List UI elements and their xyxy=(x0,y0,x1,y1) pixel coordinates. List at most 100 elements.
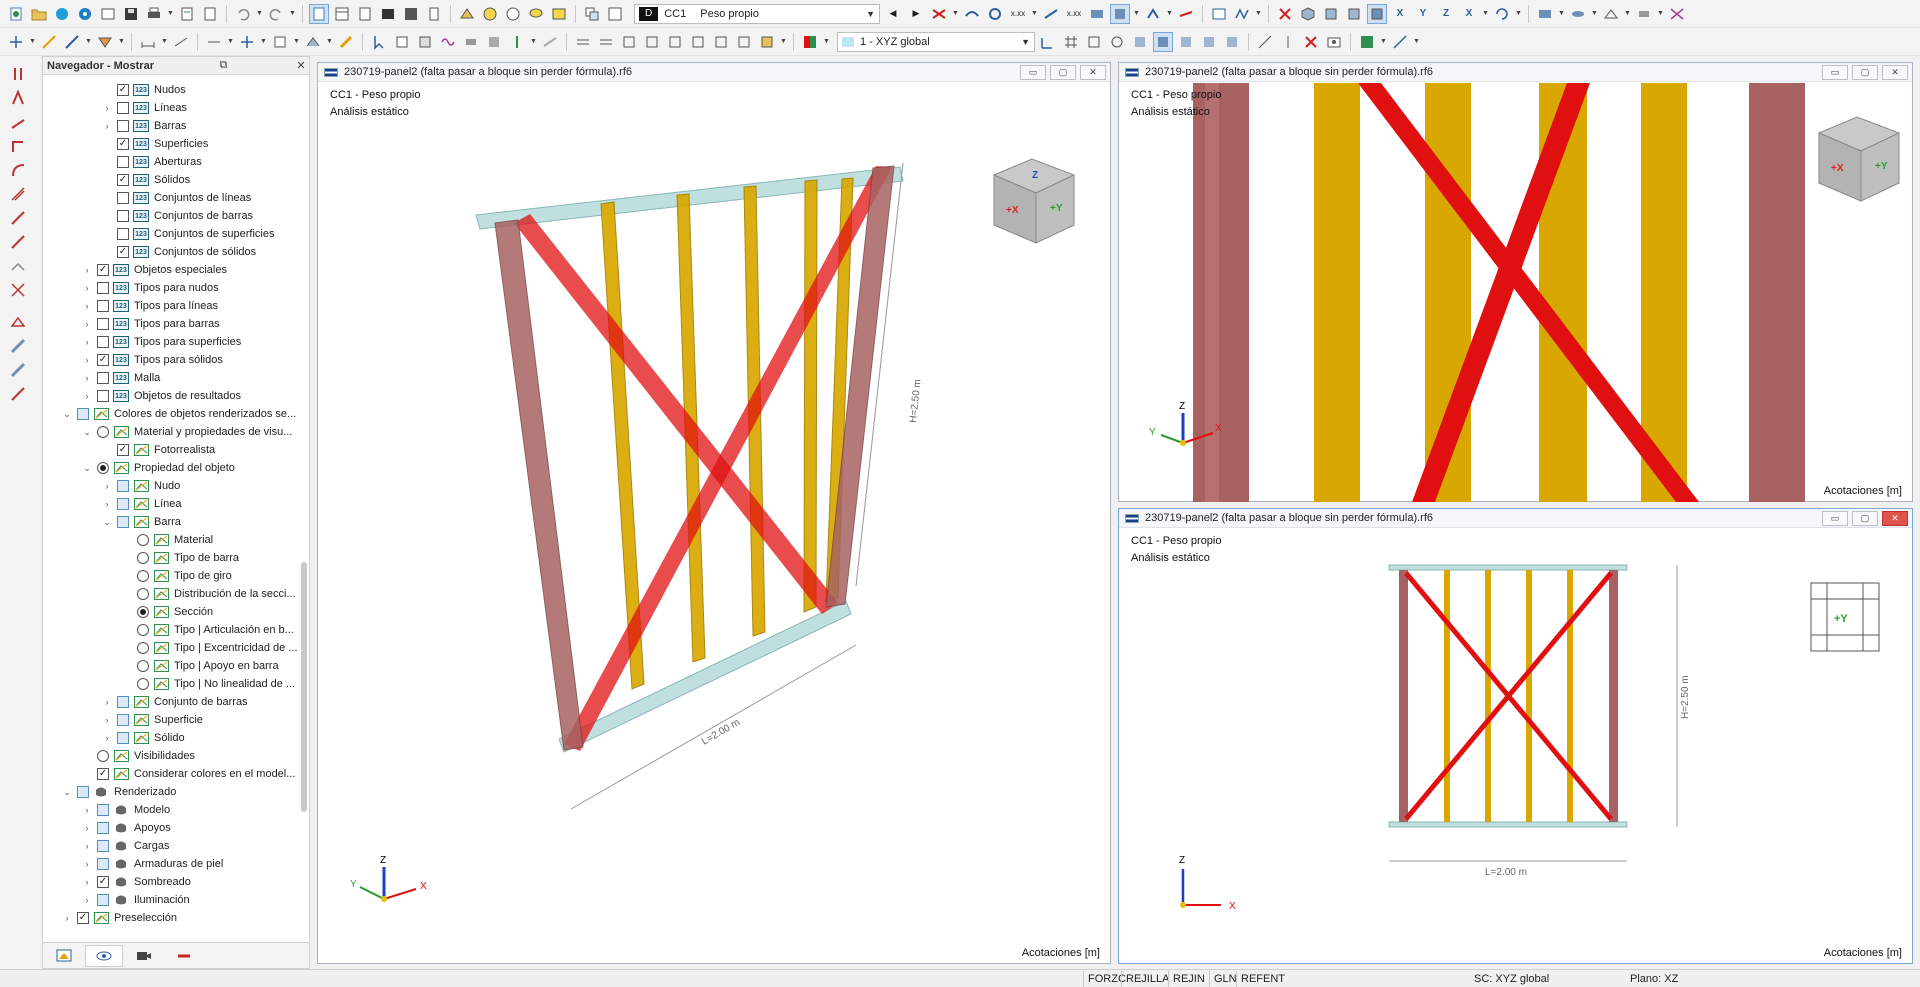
object-snap-icon[interactable] xyxy=(1107,32,1127,52)
tree-radio[interactable] xyxy=(137,570,149,582)
tree-item[interactable]: › Nudo xyxy=(101,477,180,495)
tree-checkbox[interactable] xyxy=(117,696,129,708)
screenshot-icon[interactable] xyxy=(1324,32,1344,52)
visibility-icon[interactable] xyxy=(1634,4,1654,24)
dimension-dropdown-icon[interactable]: ▼ xyxy=(161,32,168,52)
transform-dropdown-icon[interactable]: ▼ xyxy=(780,32,787,52)
tree-item[interactable]: Tipo | Excentricidad de ... xyxy=(121,639,297,657)
tree-item[interactable]: 123 Aberturas xyxy=(101,153,202,171)
tree-checkbox[interactable] xyxy=(117,102,129,114)
colour-scale-dropdown-icon[interactable]: ▼ xyxy=(823,32,830,52)
tree-item[interactable]: › Armaduras de piel xyxy=(81,855,223,873)
values-xxx-icon[interactable]: x.xx xyxy=(1008,4,1028,24)
document-icon[interactable] xyxy=(200,4,220,24)
tree-item[interactable]: 123 Conjuntos de líneas xyxy=(101,189,251,207)
previous-loadcase-icon[interactable]: ◀ xyxy=(883,4,903,24)
minimize-button[interactable]: ▭ xyxy=(1020,64,1046,80)
model-3d-scene[interactable]: H=2.50 m L=2.00 m Z +X +Y Z X Y xyxy=(318,83,1110,963)
expand-icon[interactable]: › xyxy=(101,696,113,708)
generate-dropdown-icon[interactable]: ▼ xyxy=(326,32,333,52)
view-settings-dropdown-icon[interactable]: ▼ xyxy=(1380,32,1387,52)
collapse-icon[interactable]: ⌄ xyxy=(101,516,113,528)
cloud-icon[interactable] xyxy=(52,4,72,24)
close-button[interactable]: ✕ xyxy=(1882,510,1908,526)
maximize-button[interactable]: ▢ xyxy=(1852,64,1878,80)
next-loadcase-icon[interactable]: ▶ xyxy=(906,4,926,24)
tree-checkbox[interactable] xyxy=(97,318,109,330)
solid-icon[interactable] xyxy=(484,32,504,52)
block-icon[interactable] xyxy=(270,32,290,52)
axis-tool-icon[interactable] xyxy=(1390,32,1410,52)
arrange-icon[interactable] xyxy=(582,4,602,24)
tree-item[interactable]: ✓ 123 Conjuntos de sólidos xyxy=(101,243,256,261)
cut-dropdown-icon[interactable]: ▼ xyxy=(227,32,234,52)
side-view-icon[interactable] xyxy=(1344,4,1364,24)
section-results-icon[interactable] xyxy=(1087,4,1107,24)
tree-checkbox[interactable] xyxy=(97,300,109,312)
tree-checkbox[interactable]: ✓ xyxy=(97,354,109,366)
tree-checkbox[interactable] xyxy=(97,840,109,852)
edit-tool-icon[interactable] xyxy=(39,32,59,52)
view-cube-front[interactable]: +Y xyxy=(1810,582,1880,652)
model-front-scene[interactable]: H=2.50 m L=2.00 m +Y Z X xyxy=(1119,529,1912,964)
minimize-button[interactable]: ▭ xyxy=(1822,64,1848,80)
tree-item[interactable]: › 123 Objetos de resultados xyxy=(81,387,241,405)
expand-icon[interactable]: › xyxy=(101,732,113,744)
coordinate-edit-icon[interactable] xyxy=(1038,32,1058,52)
offset-icon[interactable] xyxy=(688,32,708,52)
z-axis-view-icon[interactable]: Z xyxy=(1436,4,1456,24)
dock-icon[interactable]: ⧉ xyxy=(215,59,231,72)
tree-checkbox[interactable] xyxy=(77,408,89,420)
polyline-tool-icon[interactable] xyxy=(8,112,28,132)
minimize-button[interactable]: ▭ xyxy=(1822,510,1848,526)
tree-item[interactable]: › 123 Malla xyxy=(81,369,160,387)
report-icon[interactable] xyxy=(177,4,197,24)
move-dropdown-icon[interactable]: ▼ xyxy=(260,32,267,52)
visibility-dropdown-icon[interactable]: ▼ xyxy=(1657,4,1664,24)
undo-dropdown-icon[interactable]: ▼ xyxy=(256,4,263,24)
magic-tool-dropdown-icon[interactable]: ▼ xyxy=(85,32,92,52)
tree-item[interactable]: › 123 Tipos para barras xyxy=(81,315,220,333)
tree-item[interactable]: Tipo de barra xyxy=(121,549,239,567)
surface-icon[interactable] xyxy=(415,32,435,52)
tree-radio[interactable] xyxy=(137,534,149,546)
expand-icon[interactable]: › xyxy=(81,264,93,276)
tree-radio[interactable] xyxy=(137,678,149,690)
collapse-icon[interactable]: ⌄ xyxy=(81,462,93,474)
navigator-scrollbar[interactable] xyxy=(301,562,307,812)
view-settings-icon[interactable] xyxy=(1357,32,1377,52)
tree-radio[interactable] xyxy=(137,588,149,600)
load-icon[interactable] xyxy=(457,4,477,24)
move-icon[interactable] xyxy=(237,32,257,52)
tree-checkbox[interactable]: ✓ xyxy=(117,84,129,96)
rotate-dropdown-icon[interactable]: ▼ xyxy=(1515,4,1522,24)
tree-item[interactable]: › Superficie xyxy=(101,711,203,729)
tree-checkbox[interactable] xyxy=(97,822,109,834)
viewport-closeup[interactable]: 230719-panel2 (falta pasar a bloque sin … xyxy=(1118,62,1913,502)
tree-item[interactable]: › Sólido xyxy=(101,729,185,747)
tree-item[interactable]: ⌄ Material y propiedades de visu... xyxy=(81,423,292,441)
tree-checkbox[interactable]: ✓ xyxy=(117,138,129,150)
collapse-icon[interactable]: ⌄ xyxy=(61,786,73,798)
tree-item[interactable]: › 123 Tipos para superficies xyxy=(81,333,241,351)
snap-dropdown-icon[interactable]: ▼ xyxy=(29,32,36,52)
tree-item[interactable]: ⌄ Renderizado xyxy=(61,783,176,801)
expand-icon[interactable]: › xyxy=(81,336,93,348)
tree-item[interactable]: Material xyxy=(121,531,213,549)
annotation-dropdown-icon[interactable]: ▼ xyxy=(118,32,125,52)
tree-item[interactable]: Visibilidades xyxy=(81,747,195,765)
print-icon[interactable] xyxy=(144,4,164,24)
file-icon[interactable] xyxy=(424,4,444,24)
tree-checkbox[interactable]: ✓ xyxy=(97,768,109,780)
layers-dropdown-icon[interactable]: ▼ xyxy=(1558,4,1565,24)
tree-checkbox[interactable] xyxy=(97,894,109,906)
y-axis-view-icon[interactable]: Y xyxy=(1413,4,1433,24)
tree-radio[interactable] xyxy=(97,462,109,474)
tree-item[interactable]: › ✓ Sombreado xyxy=(81,873,191,891)
clipping-box-icon[interactable] xyxy=(1153,31,1173,52)
tree-checkbox[interactable] xyxy=(97,390,109,402)
generate-icon[interactable] xyxy=(303,32,323,52)
calc-icon[interactable] xyxy=(401,4,421,24)
tree-item[interactable]: › Iluminación xyxy=(81,891,190,909)
tree-item[interactable]: › ✓ 123 Tipos para sólidos xyxy=(81,351,223,369)
